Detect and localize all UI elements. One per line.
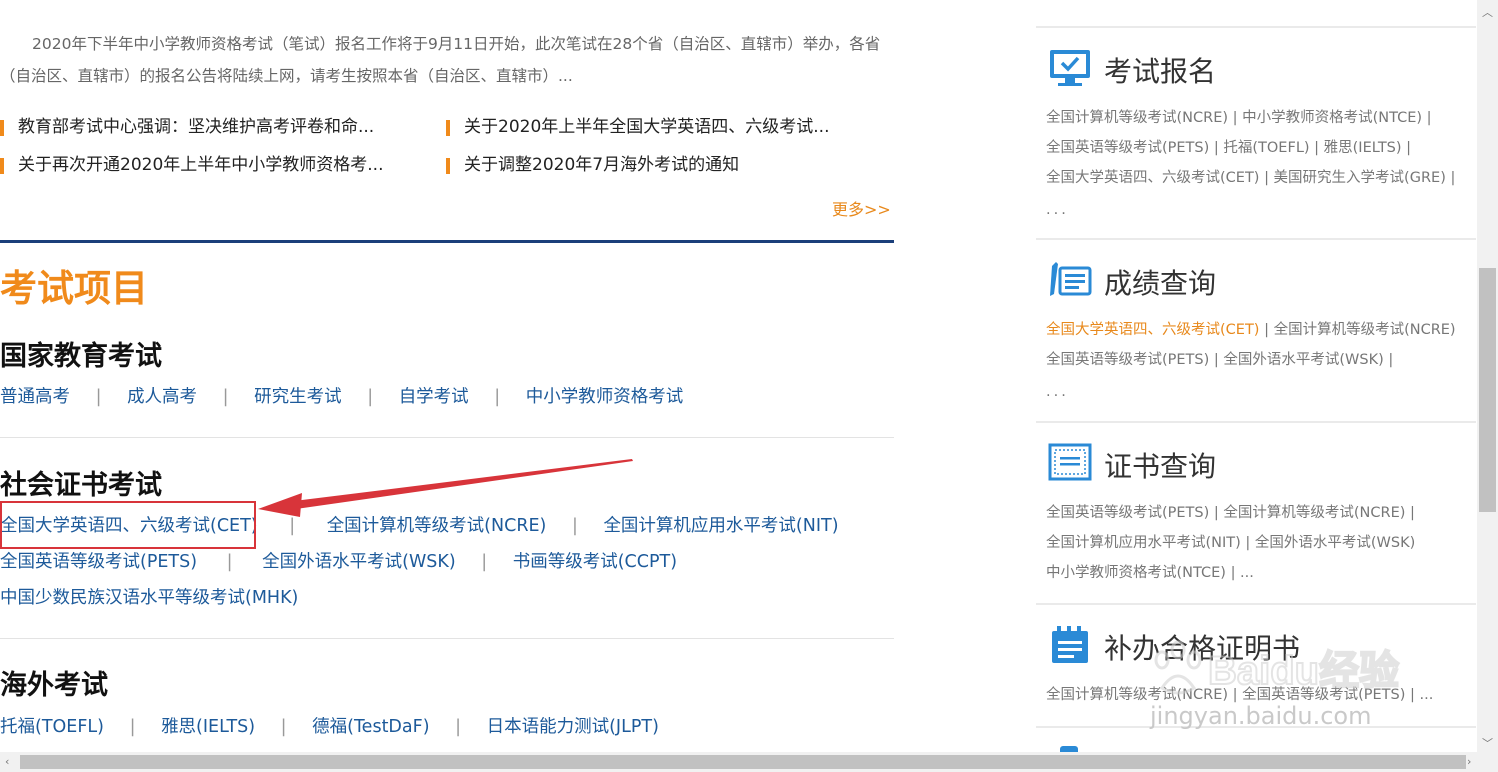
link-adult-gaokao[interactable]: 成人高考 — [127, 387, 197, 407]
divider — [0, 437, 894, 438]
sidebar-divider — [1036, 421, 1476, 423]
registration-title: 考试报名 — [1104, 55, 1217, 88]
scores-more[interactable]: ... — [1046, 377, 1069, 407]
exam-section-title: 考试项目 — [0, 267, 148, 310]
link-gaokao[interactable]: 普通高考 — [0, 387, 70, 407]
link-self-study[interactable]: 自学考试 — [399, 387, 469, 407]
scores-title: 成绩查询 — [1104, 267, 1217, 300]
separator: | — [222, 387, 229, 407]
scores-link-cet[interactable]: 全国大学英语四、六级考试(CET) — [1046, 322, 1259, 338]
intro-paragraph: 2020年下半年中小学教师资格考试（笔试）报名工作将于9月11日开始，此次笔试在… — [0, 35, 881, 85]
overseas-exams-links: 托福(TOEFL) | 雅思(IELTS) | 德福(TestDaF) | 日本… — [0, 715, 659, 739]
scroll-up-icon[interactable]: ︿ — [1482, 4, 1493, 20]
annotation-arrow-icon — [258, 459, 633, 517]
national-exams-title: 国家教育考试 — [0, 341, 162, 372]
social-exams-row: 全国英语等级考试(PETS) | 全国外语水平考试(WSK) | 书画等级考试(… — [0, 550, 677, 574]
scores-links[interactable]: 全国英语等级考试(PETS) | 全国外语水平考试(WSK) | — [1046, 345, 1393, 375]
partial-icon — [1060, 746, 1078, 752]
link-postgrad[interactable]: 研究生考试 — [254, 387, 342, 407]
baidu-watermark-icon: Baidu经验 — [1154, 640, 1400, 695]
separator: | — [95, 387, 102, 407]
certificate-icon — [1048, 443, 1092, 481]
monitor-check-icon — [1050, 50, 1090, 86]
section-divider — [0, 240, 894, 243]
news-item[interactable]: 教育部考试中心强调：坚决维护高考评卷和命... — [0, 112, 374, 142]
link-wsk[interactable]: 全国外语水平考试(WSK) — [262, 552, 456, 572]
certificates-links[interactable]: 全国英语等级考试(PETS) | 全国计算机等级考试(NCRE) | — [1046, 498, 1415, 528]
news-item[interactable]: 关于调整2020年7月海外考试的通知 — [446, 150, 739, 180]
link-jlpt[interactable]: 日本语能力测试(JLPT) — [487, 717, 659, 737]
registration-links[interactable]: 全国计算机等级考试(NCRE) | 中小学教师资格考试(NTCE) | — [1046, 103, 1432, 133]
national-exams-links: 普通高考 | 成人高考 | 研究生考试 | 自学考试 | 中小学教师资格考试 — [0, 385, 683, 409]
vertical-scroll-thumb[interactable] — [1479, 268, 1496, 512]
link-testdaf[interactable]: 德福(TestDaF) — [312, 717, 429, 737]
separator: | — [129, 717, 136, 737]
social-exams-title: 社会证书考试 — [0, 470, 162, 501]
notebook-icon — [1052, 626, 1088, 663]
separator: | — [280, 717, 287, 737]
sidebar-divider — [1036, 238, 1476, 240]
news-item[interactable]: 关于2020年上半年全国大学英语四、六级考试... — [446, 112, 829, 142]
separator: | — [494, 387, 501, 407]
divider — [0, 638, 894, 639]
registration-links[interactable]: 全国英语等级考试(PETS) | 托福(TOEFL) | 雅思(IELTS) | — [1046, 133, 1411, 163]
more-link[interactable]: 更多>> — [832, 196, 891, 220]
separator: | — [481, 552, 488, 572]
link-mhk[interactable]: 中国少数民族汉语水平等级考试(MHK) — [0, 588, 298, 608]
registration-more[interactable]: ... — [1046, 195, 1069, 225]
news-item[interactable]: 关于再次开通2020年上半年中小学教师资格考... — [0, 150, 383, 180]
scroll-left-icon[interactable]: ‹ — [5, 755, 9, 768]
horizontal-scroll-thumb[interactable] — [20, 755, 1466, 769]
link-ielts[interactable]: 雅思(IELTS) — [161, 717, 255, 737]
link-teacher-cert[interactable]: 中小学教师资格考试 — [526, 387, 684, 407]
pen-paper-icon — [1050, 262, 1092, 296]
scores-link-ncre[interactable]: | 全国计算机等级考试(NCRE) — [1259, 322, 1456, 338]
social-exams-row: 中国少数民族汉语水平等级考试(MHK) — [0, 586, 298, 610]
certificates-links[interactable]: 中小学教师资格考试(NTCE) | ... — [1046, 558, 1254, 588]
watermark-url: jingyan.baidu.com — [1150, 702, 1372, 730]
registration-links[interactable]: 全国大学英语四、六级考试(CET) | 美国研究生入学考试(GRE) | — [1046, 163, 1455, 193]
separator: | — [455, 717, 462, 737]
separator: | — [367, 387, 374, 407]
link-pets[interactable]: 全国英语等级考试(PETS) — [0, 552, 197, 572]
certificates-links[interactable]: 全国计算机应用水平考试(NIT) | 全国外语水平考试(WSK) — [1046, 528, 1415, 558]
overseas-exams-title: 海外考试 — [0, 670, 108, 701]
main-content: 2020年下半年中小学教师资格考试（笔试）报名工作将于9月11日开始，此次笔试在… — [0, 0, 894, 752]
scores-links: 全国大学英语四、六级考试(CET) | 全国计算机等级考试(NCRE) — [1046, 315, 1456, 345]
link-toefl[interactable]: 托福(TOEFL) — [0, 717, 104, 737]
highlight-box — [0, 501, 256, 549]
link-ccpt[interactable]: 书画等级考试(CCPT) — [513, 552, 677, 572]
news-list: 教育部考试中心强调：坚决维护高考评卷和命... 关于2020年上半年全国大学英语… — [0, 112, 894, 188]
sidebar-divider — [1036, 603, 1476, 605]
scroll-down-icon[interactable]: ﹀ — [1482, 735, 1493, 751]
scroll-right-icon[interactable]: › — [1467, 755, 1471, 768]
certificates-title: 证书查询 — [1104, 450, 1217, 483]
sidebar-divider — [1036, 26, 1476, 28]
watermark-brand: Baidu经验 — [1208, 649, 1399, 693]
separator: | — [226, 552, 233, 572]
